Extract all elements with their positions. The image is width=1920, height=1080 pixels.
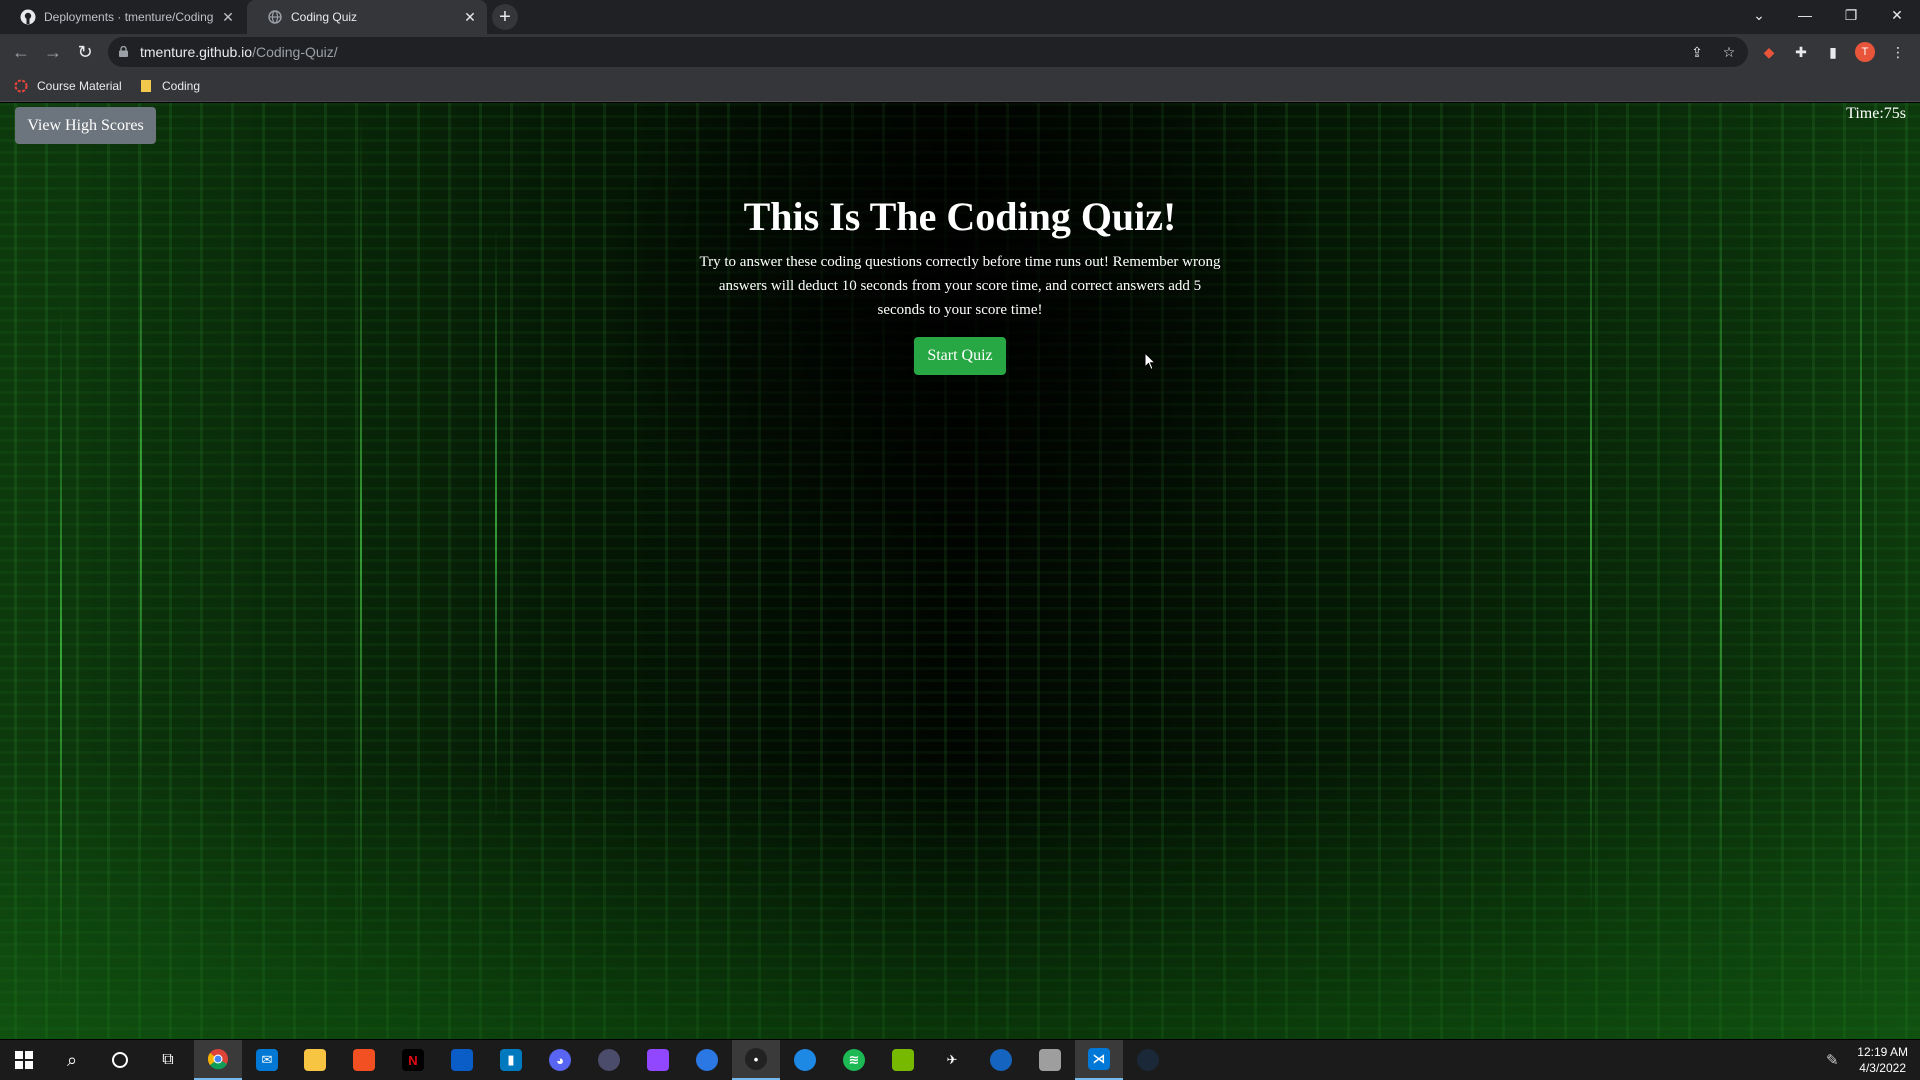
matrix-streak <box>140 143 142 843</box>
taskbar: ⌕ ⧉ ✉ N ▮ ◕ • ≋ ✈ ⋊ ✎ 12:19 AM 4/3/2022 <box>0 1040 1920 1080</box>
store-icon[interactable] <box>340 1040 388 1080</box>
menu-icon[interactable]: ⋮ <box>1889 43 1907 61</box>
url-text: tmenture.github.io/Coding-Quiz/ <box>140 44 338 60</box>
matrix-streak <box>1860 133 1862 1013</box>
app-icon[interactable] <box>977 1040 1025 1080</box>
address-bar[interactable]: tmenture.github.io/Coding-Quiz/ <box>108 37 1748 67</box>
bookmark-star-icon[interactable]: ☆ <box>1720 43 1738 61</box>
steam-icon[interactable] <box>1124 1040 1172 1080</box>
folder-icon <box>141 80 151 92</box>
matrix-streak <box>1720 193 1722 893</box>
matrix-streak <box>495 223 497 823</box>
tab-strip: Deployments · tmenture/Coding ✕ Coding Q… <box>0 0 1920 34</box>
restore-icon[interactable]: ❐ <box>1828 0 1874 30</box>
clock-time: 12:19 AM <box>1857 1045 1908 1059</box>
search-icon[interactable]: ⌕ <box>48 1040 96 1080</box>
quiz-description: Try to answer these coding questions cor… <box>699 254 1221 318</box>
browser-toolbar: ← → ↻ tmenture.github.io/Coding-Quiz/ ⇪ … <box>0 34 1920 70</box>
tab-title: Deployments · tmenture/Coding <box>44 10 214 24</box>
cortana-icon[interactable] <box>96 1040 144 1080</box>
file-explorer-icon[interactable] <box>291 1040 339 1080</box>
trello-icon[interactable]: ▮ <box>487 1040 535 1080</box>
back-icon[interactable]: ← <box>9 40 33 64</box>
task-view-icon[interactable]: ⧉ <box>144 1040 192 1080</box>
globe-icon <box>267 9 283 25</box>
discord-icon[interactable]: ◕ <box>536 1040 584 1080</box>
side-panel-icon[interactable]: ▮ <box>1824 43 1842 61</box>
extension-icon[interactable]: ◆ <box>1760 43 1778 61</box>
start-quiz-button[interactable]: Start Quiz <box>914 337 1006 375</box>
app-icon[interactable] <box>438 1040 486 1080</box>
app-icon[interactable] <box>585 1040 633 1080</box>
vscode-icon[interactable]: ⋊ <box>1075 1040 1123 1080</box>
mouse-cursor-icon <box>1144 352 1156 371</box>
tab-coding-quiz[interactable]: Coding Quiz ✕ <box>247 0 487 34</box>
close-tab-icon[interactable]: ✕ <box>461 8 479 26</box>
app-icon[interactable]: ✈ <box>928 1040 976 1080</box>
tab-search-icon[interactable]: ⌄ <box>1736 0 1782 30</box>
twitch-icon[interactable] <box>634 1040 682 1080</box>
share-icon[interactable]: ⇪ <box>1688 43 1706 61</box>
app-icon[interactable] <box>683 1040 731 1080</box>
pen-icon[interactable]: ✎ <box>1826 1051 1839 1069</box>
minimize-icon[interactable]: — <box>1782 0 1828 30</box>
puzzle-icon[interactable]: ✚ <box>1792 43 1810 61</box>
github-icon <box>20 9 36 25</box>
matrix-streak <box>60 303 62 1003</box>
lock-icon <box>119 46 128 57</box>
app-icon[interactable]: • <box>732 1040 780 1080</box>
matrix-streak <box>360 113 362 973</box>
close-tab-icon[interactable]: ✕ <box>219 8 237 26</box>
profile-avatar[interactable]: T <box>1855 42 1875 62</box>
bookmark-coding[interactable]: Coding <box>139 76 200 96</box>
tab-deployments[interactable]: Deployments · tmenture/Coding ✕ <box>0 0 245 34</box>
bookmark-label: Coding <box>162 79 201 93</box>
bookmark-course-material[interactable]: Course Material <box>14 76 122 96</box>
matrix-floor <box>0 759 1920 1039</box>
page-title: This Is The Coding Quiz! <box>743 194 1177 239</box>
view-high-scores-button[interactable]: View High Scores <box>15 107 156 144</box>
reload-icon[interactable]: ↻ <box>73 40 97 64</box>
forward-icon[interactable]: → <box>41 40 65 64</box>
app-icon[interactable] <box>1026 1040 1074 1080</box>
chrome-icon[interactable] <box>194 1040 242 1080</box>
bookmarks-bar: Course Material Coding <box>0 70 1920 102</box>
bookmark-label: Course Material <box>37 79 122 93</box>
start-icon[interactable] <box>0 1040 48 1080</box>
nvidia-icon[interactable] <box>879 1040 927 1080</box>
netflix-icon[interactable]: N <box>389 1040 437 1080</box>
page-viewport: View High Scores Time:75s This Is The Co… <box>0 103 1920 1039</box>
course-icon <box>14 79 28 93</box>
app-icon[interactable] <box>781 1040 829 1080</box>
spotify-icon[interactable]: ≋ <box>830 1040 878 1080</box>
mail-icon[interactable]: ✉ <box>243 1040 291 1080</box>
new-tab-button[interactable]: + <box>492 4 518 30</box>
close-window-icon[interactable]: ✕ <box>1874 0 1920 30</box>
clock-date: 4/3/2022 <box>1859 1061 1906 1075</box>
system-clock[interactable]: 12:19 AM 4/3/2022 <box>1857 1044 1908 1076</box>
tab-title: Coding Quiz <box>291 10 358 24</box>
timer: Time:75s <box>1846 105 1906 122</box>
